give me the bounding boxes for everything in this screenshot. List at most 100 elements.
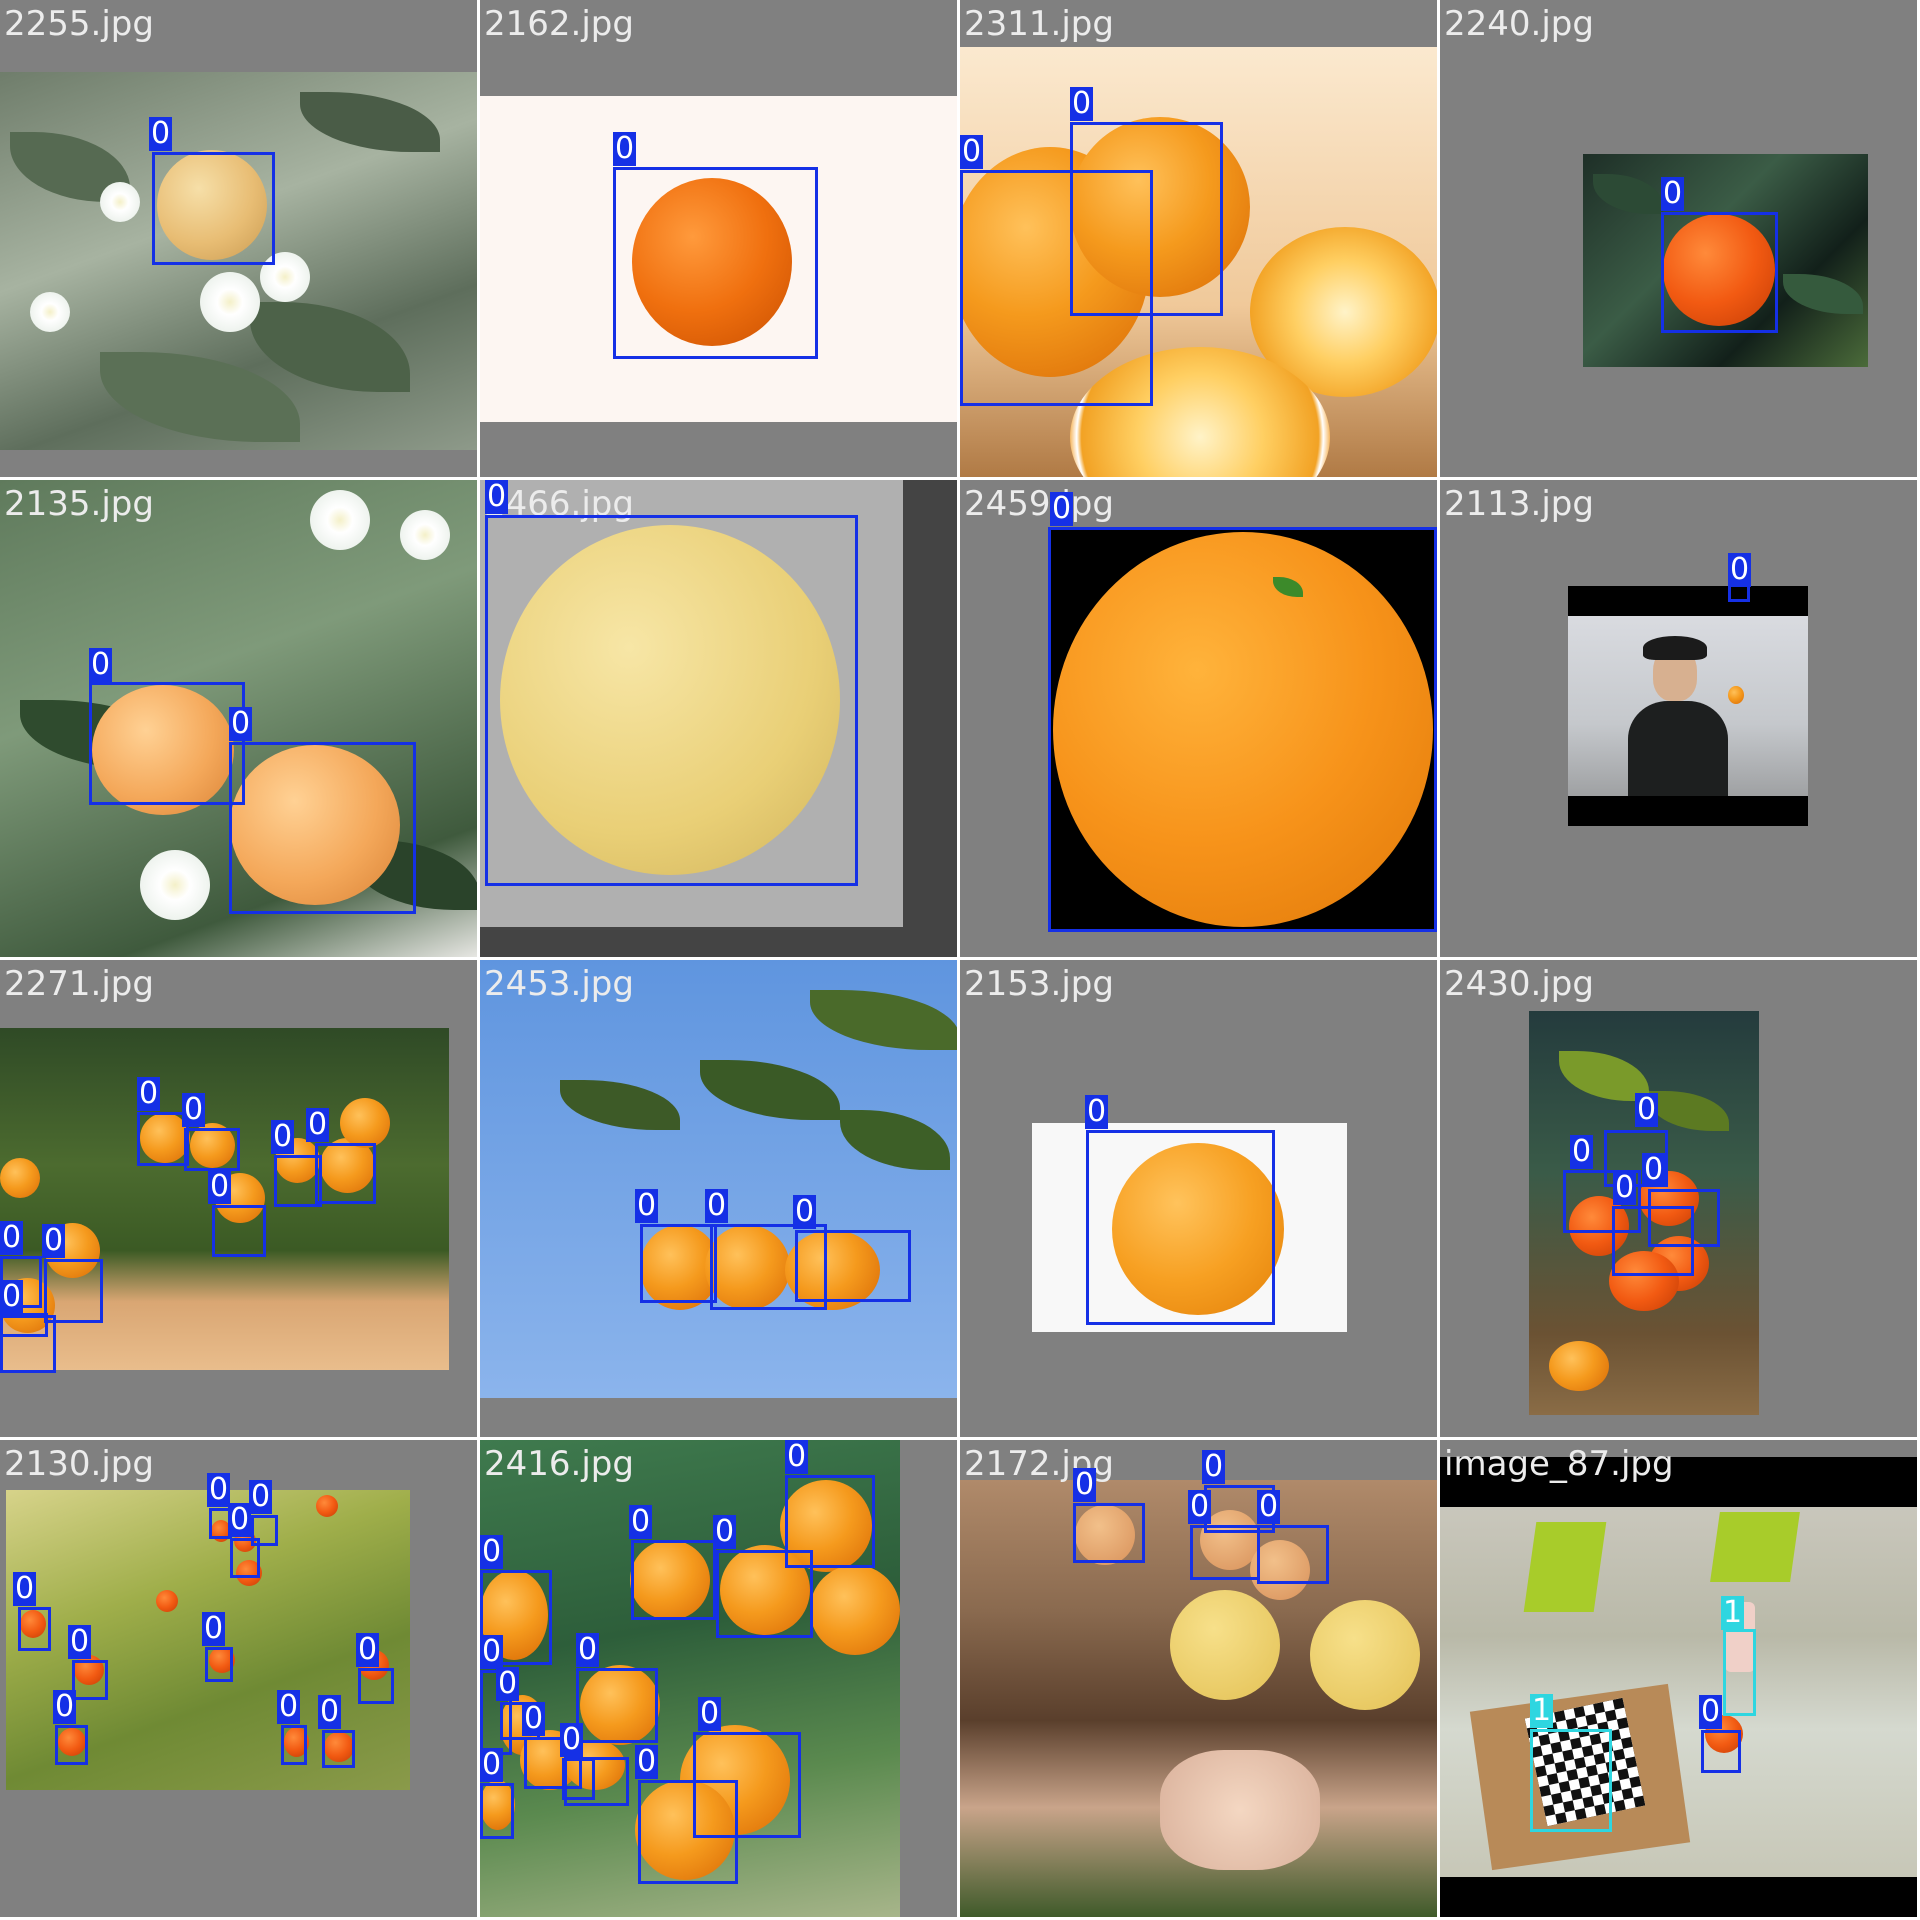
detection-mosaic-grid: 0 2255.jpg 0 2162.jpg 0 0 2311.jpg 0 224… (0, 0, 1920, 1920)
detection-box-class-1 (1723, 1629, 1756, 1716)
class-label: 0 (1642, 1152, 1666, 1187)
class-label: 0 (705, 1188, 729, 1223)
mosaic-tile-2113: 0 2113.jpg (1440, 480, 1917, 957)
mosaic-tile-2466: 0 2466.jpg (480, 480, 957, 957)
tile-filename: 2255.jpg (4, 4, 154, 44)
class-label: 0 (613, 131, 637, 166)
mosaic-tile-2172: 0 0 0 0 2172.jpg (960, 1440, 1437, 1917)
tile-filename: 2459.jpg (964, 484, 1114, 524)
class-label: 0 (960, 134, 984, 169)
class-label: 1 (1721, 1595, 1745, 1630)
mosaic-tile-image-87: 1 1 0 image_87.jpg (1440, 1440, 1917, 1917)
detection-box-class-1 (1530, 1729, 1612, 1832)
detection-box (55, 1725, 88, 1765)
mosaic-tile-2430: 0 0 0 0 2430.jpg (1440, 960, 1917, 1437)
mosaic-tile-2459: 0 2459.jpg (960, 480, 1437, 957)
class-label: 0 (228, 1502, 252, 1537)
class-label: 0 (1085, 1094, 1109, 1129)
mosaic-tile-2311: 0 0 2311.jpg (960, 0, 1437, 477)
detection-box (1048, 527, 1437, 932)
detection-box (960, 170, 1153, 406)
class-label: 0 (1613, 1170, 1637, 1205)
detection-box (322, 1730, 355, 1768)
class-label: 0 (207, 1472, 231, 1507)
class-label: 0 (271, 1119, 295, 1154)
detection-box (205, 1647, 233, 1682)
detection-box (1190, 1525, 1260, 1580)
class-label: 0 (1728, 552, 1752, 587)
tile-filename: image_87.jpg (1444, 1444, 1674, 1484)
class-label: 0 (149, 116, 173, 151)
mosaic-tile-2255: 0 2255.jpg (0, 0, 477, 477)
detection-box (576, 1668, 658, 1743)
class-label: 0 (137, 1076, 161, 1111)
tile-filename: 2130.jpg (4, 1444, 154, 1484)
mosaic-tile-2453: 0 0 0 2453.jpg (480, 960, 957, 1437)
class-label: 0 (1635, 1092, 1659, 1127)
mosaic-tile-2162: 0 2162.jpg (480, 0, 957, 477)
detection-box (229, 742, 416, 914)
class-label: 0 (485, 480, 509, 514)
photo-oranges-against-sky (480, 960, 957, 1398)
class-label: 0 (1570, 1134, 1594, 1169)
class-label: 0 (202, 1611, 226, 1646)
tile-filename: 2162.jpg (484, 4, 634, 44)
detection-box (485, 515, 858, 886)
photo-lab-desk-scene (1440, 1457, 1917, 1917)
class-label: 1 (1530, 1693, 1554, 1728)
class-label: 0 (480, 1634, 504, 1669)
class-label: 0 (0, 1279, 24, 1314)
class-label: 0 (480, 1534, 504, 1569)
detection-box (638, 1780, 738, 1884)
detection-box (44, 1259, 103, 1323)
detection-box (1661, 212, 1778, 333)
detection-box (18, 1607, 51, 1651)
class-label: 0 (229, 706, 253, 741)
class-label: 0 (496, 1666, 520, 1701)
tile-filename: 2240.jpg (1444, 4, 1594, 44)
detection-box (480, 1783, 514, 1839)
detection-box (613, 167, 818, 359)
photo-man-holding-orange (1568, 586, 1808, 826)
detection-box (212, 1205, 266, 1257)
detection-box (230, 1538, 260, 1578)
class-label: 0 (277, 1689, 301, 1724)
class-label: 0 (0, 1220, 24, 1255)
tile-filename: 2153.jpg (964, 964, 1114, 1004)
mosaic-tile-2271: 0 0 0 0 0 0 0 0 0 2271.jpg (0, 960, 477, 1437)
class-label: 0 (522, 1701, 546, 1736)
detection-box (184, 1128, 240, 1171)
detection-box (281, 1725, 307, 1765)
detection-box (716, 1550, 813, 1638)
class-label: 0 (793, 1194, 817, 1229)
class-label: 0 (576, 1632, 600, 1667)
mosaic-tile-2240: 0 2240.jpg (1440, 0, 1917, 477)
mosaic-tile-2153: 0 2153.jpg (960, 960, 1437, 1437)
detection-box (1073, 1503, 1145, 1563)
detection-box (89, 682, 245, 805)
detection-box (1701, 1730, 1741, 1773)
class-label: 0 (356, 1632, 380, 1667)
class-label: 0 (1661, 176, 1685, 211)
detection-box (564, 1757, 629, 1806)
tile-filename: 2311.jpg (964, 4, 1114, 44)
detection-box (358, 1668, 394, 1704)
detection-box (1612, 1206, 1694, 1276)
class-label: 0 (635, 1188, 659, 1223)
class-label: 0 (713, 1514, 737, 1549)
class-label: 0 (249, 1479, 273, 1514)
mosaic-tile-2130: 0 0 0 0 0 0 0 0 0 0 0 2130.jpg (0, 1440, 477, 1917)
mosaic-tile-2135: 0 0 2135.jpg (0, 480, 477, 957)
tile-filename: 2453.jpg (484, 964, 634, 1004)
class-label: 0 (1073, 1467, 1097, 1502)
mosaic-tile-2416: 0 0 0 0 0 0 0 0 0 0 0 0 0 2416.jpg (480, 1440, 957, 1917)
class-label: 0 (306, 1107, 330, 1142)
class-label: 0 (480, 1747, 504, 1782)
detection-box (0, 1313, 48, 1337)
class-label: 0 (1699, 1694, 1723, 1729)
tile-filename: 2271.jpg (4, 964, 154, 1004)
detection-box (631, 1540, 716, 1620)
class-label: 0 (42, 1223, 66, 1258)
class-label: 0 (208, 1169, 232, 1204)
class-label: 0 (1050, 491, 1074, 526)
